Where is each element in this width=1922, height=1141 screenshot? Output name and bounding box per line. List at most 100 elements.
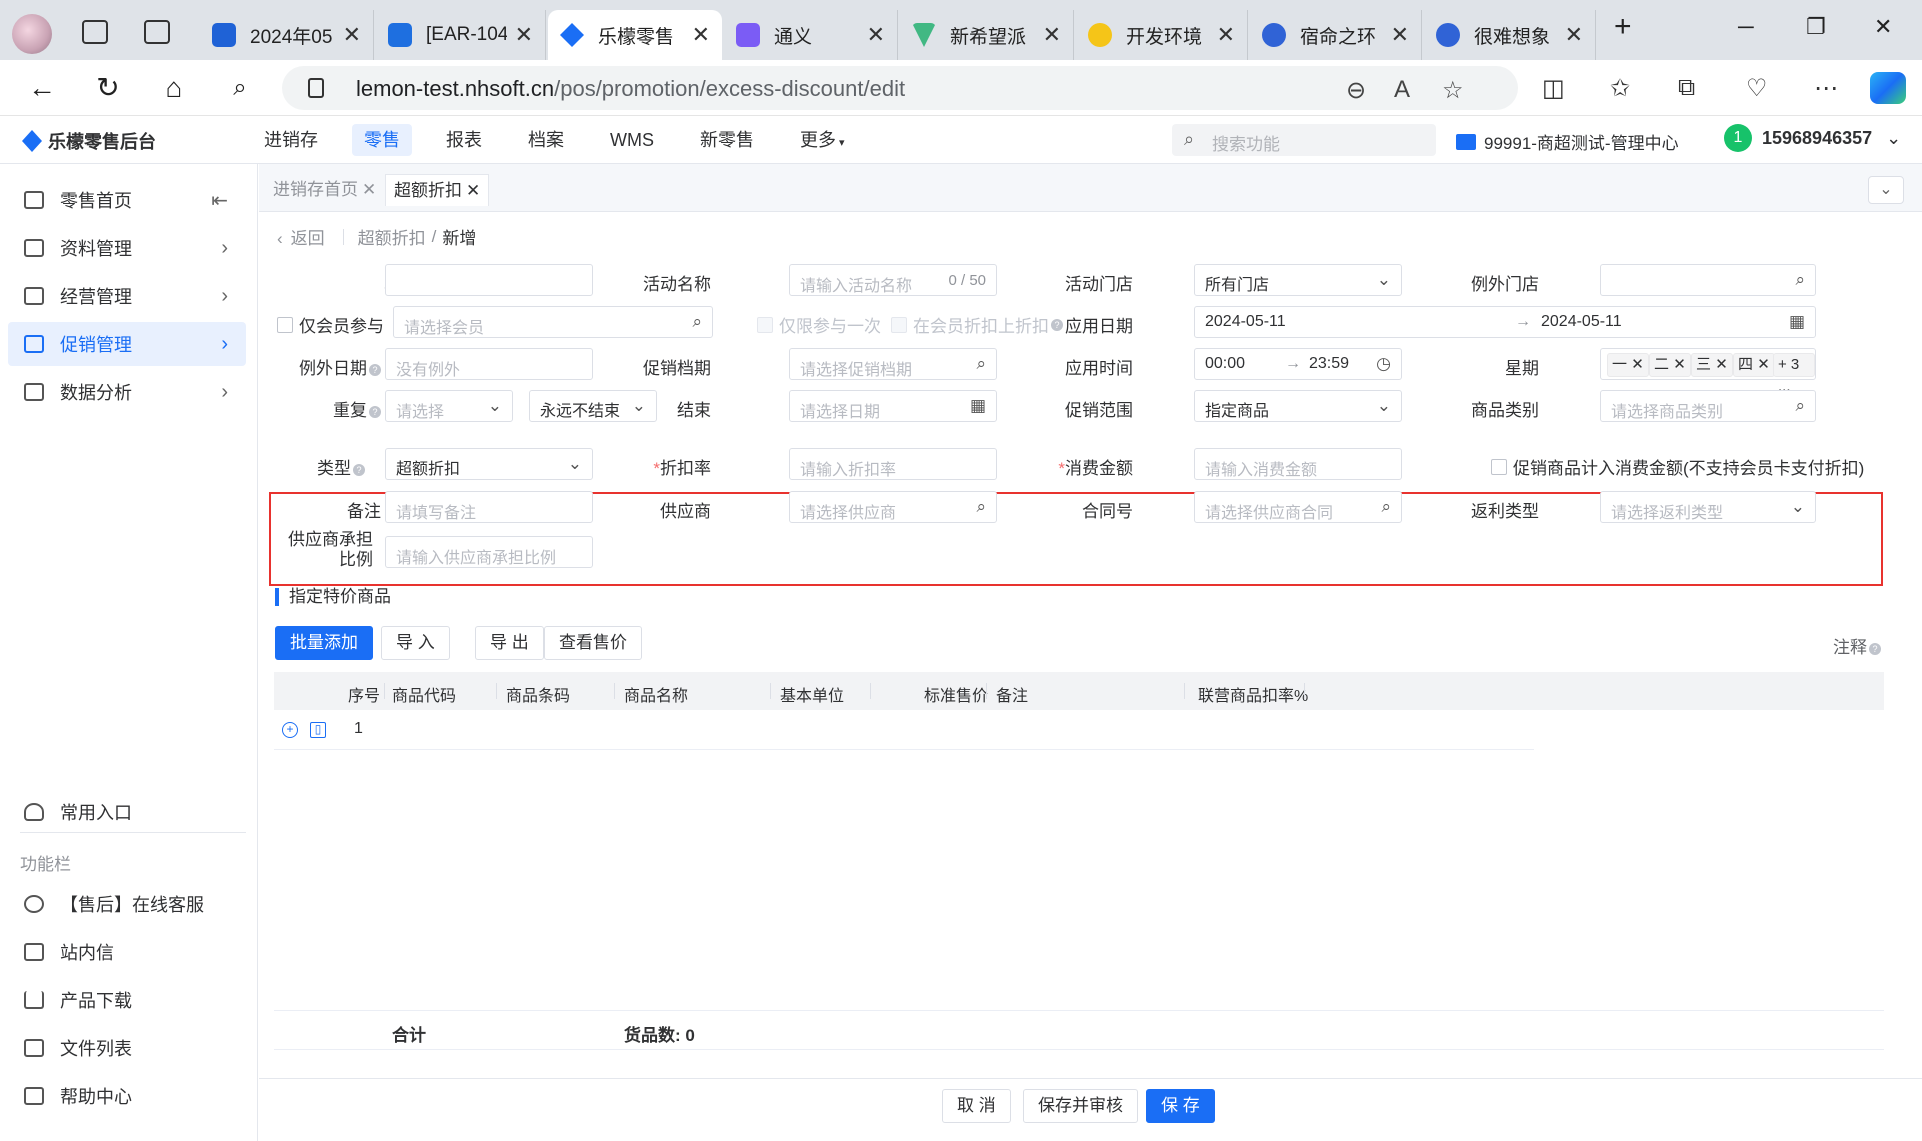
more-icon[interactable]: ⋯ <box>1814 74 1838 103</box>
end-date-input[interactable]: 请选择日期 ▦ <box>789 390 997 422</box>
browser-tab[interactable]: 开发环境 ✕ <box>1076 10 1248 60</box>
browser-tab-active[interactable]: 乐檬零售 ✕ <box>548 10 722 60</box>
export-button[interactable]: 导 出 <box>475 626 544 660</box>
member-input[interactable]: 请选择会员 ⌕ <box>393 306 713 338</box>
close-tab-icon[interactable]: ✕ <box>1391 22 1409 48</box>
sidebar-item-data-analysis[interactable]: 数据分析 › <box>8 370 246 414</box>
tab-actions-icon[interactable] <box>144 20 170 44</box>
include-promo-checkbox[interactable]: 促销商品计入消费金额(不支持会员卡支付折扣) <box>1491 454 1864 479</box>
performance-icon[interactable]: ♡ <box>1746 74 1768 103</box>
page-tab-excess-discount[interactable]: 超额折扣 ✕ <box>385 174 490 206</box>
save-audit-button[interactable]: 保存并审核 <box>1023 1089 1138 1123</box>
cancel-button[interactable]: 取 消 <box>942 1089 1011 1123</box>
once-only-checkbox[interactable]: 仅限参与一次 <box>757 312 881 337</box>
add-row-icon[interactable]: + <box>282 722 298 738</box>
workspaces-icon[interactable] <box>82 20 108 44</box>
nav-item-inventory[interactable]: 进销存 <box>252 124 330 156</box>
nav-item-retail[interactable]: 零售 <box>352 124 412 156</box>
apply-time-range[interactable]: 00:00 → 23:59 ◷ <box>1194 348 1402 380</box>
read-aloud-icon[interactable]: A <box>1394 76 1410 104</box>
split-screen-icon[interactable]: ◫ <box>1542 74 1565 103</box>
collections-icon[interactable]: ⧉ <box>1678 74 1695 102</box>
collapse-sidebar-icon[interactable]: ⇤ <box>211 188 228 213</box>
close-icon[interactable]: ✕ <box>466 181 480 200</box>
nav-item-new-retail[interactable]: 新零售 <box>688 124 766 156</box>
sidebar-tool-help[interactable]: 帮助中心 <box>8 1074 246 1118</box>
apply-date-range[interactable]: 2024-05-11 → 2024-05-11 ▦ <box>1194 306 1816 338</box>
sidebar-item-data-management[interactable]: 资料管理 › <box>8 226 246 270</box>
close-tab-icon[interactable]: ✕ <box>867 22 885 48</box>
copilot-icon[interactable] <box>1870 72 1906 104</box>
page-tab-inventory-home[interactable]: 进销存首页 ✕ <box>265 174 384 206</box>
store-select[interactable]: 所有门店 ⌄ <box>1194 264 1402 296</box>
restore-icon[interactable]: ❐ <box>1806 14 1826 40</box>
week-select[interactable]: 一 ✕ 二 ✕ 三 ✕ 四 ✕ + 3 ... <box>1600 348 1816 395</box>
close-icon[interactable]: ✕ <box>1715 356 1728 373</box>
close-tab-icon[interactable]: ✕ <box>515 22 533 48</box>
scope-select[interactable]: 指定商品 ⌄ <box>1194 390 1402 422</box>
repeat-select[interactable]: 请选择 ⌄ <box>385 390 513 422</box>
close-tab-icon[interactable]: ✕ <box>1043 22 1061 48</box>
close-tab-icon[interactable]: ✕ <box>692 22 710 48</box>
sidebar-tool-online-service[interactable]: 【售后】在线客服 <box>8 882 246 926</box>
close-tab-icon[interactable]: ✕ <box>343 22 361 48</box>
store-selector[interactable]: 99991-商超测试-管理中心 <box>1456 129 1679 154</box>
zoom-out-icon[interactable]: ⊖ <box>1346 76 1366 105</box>
supplier-input[interactable]: 请选择供应商 ⌕ <box>789 491 997 523</box>
close-tab-icon[interactable]: ✕ <box>1565 22 1583 48</box>
supplier-ratio-input[interactable]: 请输入供应商承担比例 <box>385 536 593 568</box>
nav-item-archive[interactable]: 档案 <box>516 124 576 156</box>
except-date-input[interactable]: 没有例外 <box>385 348 593 380</box>
browser-tab[interactable]: 新希望派 ✕ <box>900 10 1074 60</box>
minimize-icon[interactable]: ─ <box>1738 14 1754 40</box>
nav-item-reports[interactable]: 报表 <box>434 124 494 156</box>
tabs-dropdown-button[interactable]: ⌄ <box>1868 176 1904 204</box>
amount-input[interactable]: 请输入消费金额 <box>1194 448 1402 480</box>
nav-item-more[interactable]: 更多 ▾ <box>788 124 857 156</box>
sidebar-item-operation-management[interactable]: 经营管理 › <box>8 274 246 318</box>
sidebar-item-promotion-management[interactable]: 促销管理 › <box>8 322 246 366</box>
sidebar-favorites[interactable]: 常用入口 <box>8 790 246 834</box>
member-only-checkbox[interactable]: 仅会员参与 <box>277 312 384 337</box>
browser-tab[interactable]: 宿命之环 ✕ <box>1250 10 1422 60</box>
new-tab-icon[interactable]: + <box>1614 10 1632 44</box>
save-button[interactable]: 保 存 <box>1146 1089 1215 1123</box>
close-icon[interactable]: ✕ <box>362 180 376 199</box>
rate-input[interactable]: 请输入折扣率 <box>789 448 997 480</box>
close-tab-icon[interactable]: ✕ <box>1217 22 1235 48</box>
close-window-icon[interactable]: ✕ <box>1874 14 1892 40</box>
sidebar-item-retail-home[interactable]: 零售首页 ⇤ <box>8 178 246 222</box>
reload-icon[interactable]: ↻ <box>90 70 126 106</box>
user-menu[interactable]: 1 15968946357 ⌄ <box>1724 124 1901 152</box>
category-input[interactable]: 请选择商品类别 ⌕ <box>1600 390 1816 422</box>
browser-tab[interactable]: 2024年05 ✕ <box>200 10 374 60</box>
profile-avatar[interactable] <box>12 14 52 54</box>
rebate-select[interactable]: 请选择返利类型 ⌄ <box>1600 491 1816 523</box>
favorite-star-icon[interactable]: ☆ <box>1442 76 1464 105</box>
close-icon[interactable]: ✕ <box>1673 356 1686 373</box>
contract-input[interactable]: 请选择供应商合同 ⌕ <box>1194 491 1402 523</box>
doc-no-field[interactable] <box>385 264 593 296</box>
browser-tab[interactable]: 很难想象 ✕ <box>1424 10 1596 60</box>
activity-name-input[interactable]: 请输入活动名称 0 / 50 <box>789 264 997 296</box>
sidebar-tool-file-list[interactable]: 文件列表 <box>8 1026 246 1070</box>
note-link[interactable]: 注释? <box>1833 633 1881 658</box>
import-button[interactable]: 导 入 <box>381 626 450 660</box>
sidebar-tool-messages[interactable]: 站内信 <box>8 930 246 974</box>
function-search[interactable]: ⌕ 搜索功能 <box>1172 124 1436 156</box>
remark-input[interactable]: 请填写备注 <box>385 491 593 523</box>
except-store-input[interactable]: ⌕ <box>1600 264 1816 296</box>
sidebar-tool-downloads[interactable]: 产品下载 <box>8 978 246 1022</box>
nav-item-wms[interactable]: WMS <box>598 124 666 156</box>
delete-row-icon[interactable]: ▯ <box>310 722 326 738</box>
close-icon[interactable]: ✕ <box>1631 356 1644 373</box>
promo-period-input[interactable]: 请选择促销档期 ⌕ <box>789 348 997 380</box>
view-price-button[interactable]: 查看售价 <box>544 626 642 660</box>
batch-add-button[interactable]: 批量添加 <box>275 626 373 660</box>
close-icon[interactable]: ✕ <box>1757 356 1770 373</box>
home-icon[interactable]: ⌂ <box>156 70 192 106</box>
back-icon[interactable]: ← <box>24 70 60 106</box>
back-link[interactable]: ‹ 返回 <box>277 224 325 249</box>
browser-tab[interactable]: [EAR-104 ✕ <box>376 10 546 60</box>
address-bar[interactable]: lemon-test.nhsoft.cn/pos/promotion/exces… <box>282 66 1518 110</box>
